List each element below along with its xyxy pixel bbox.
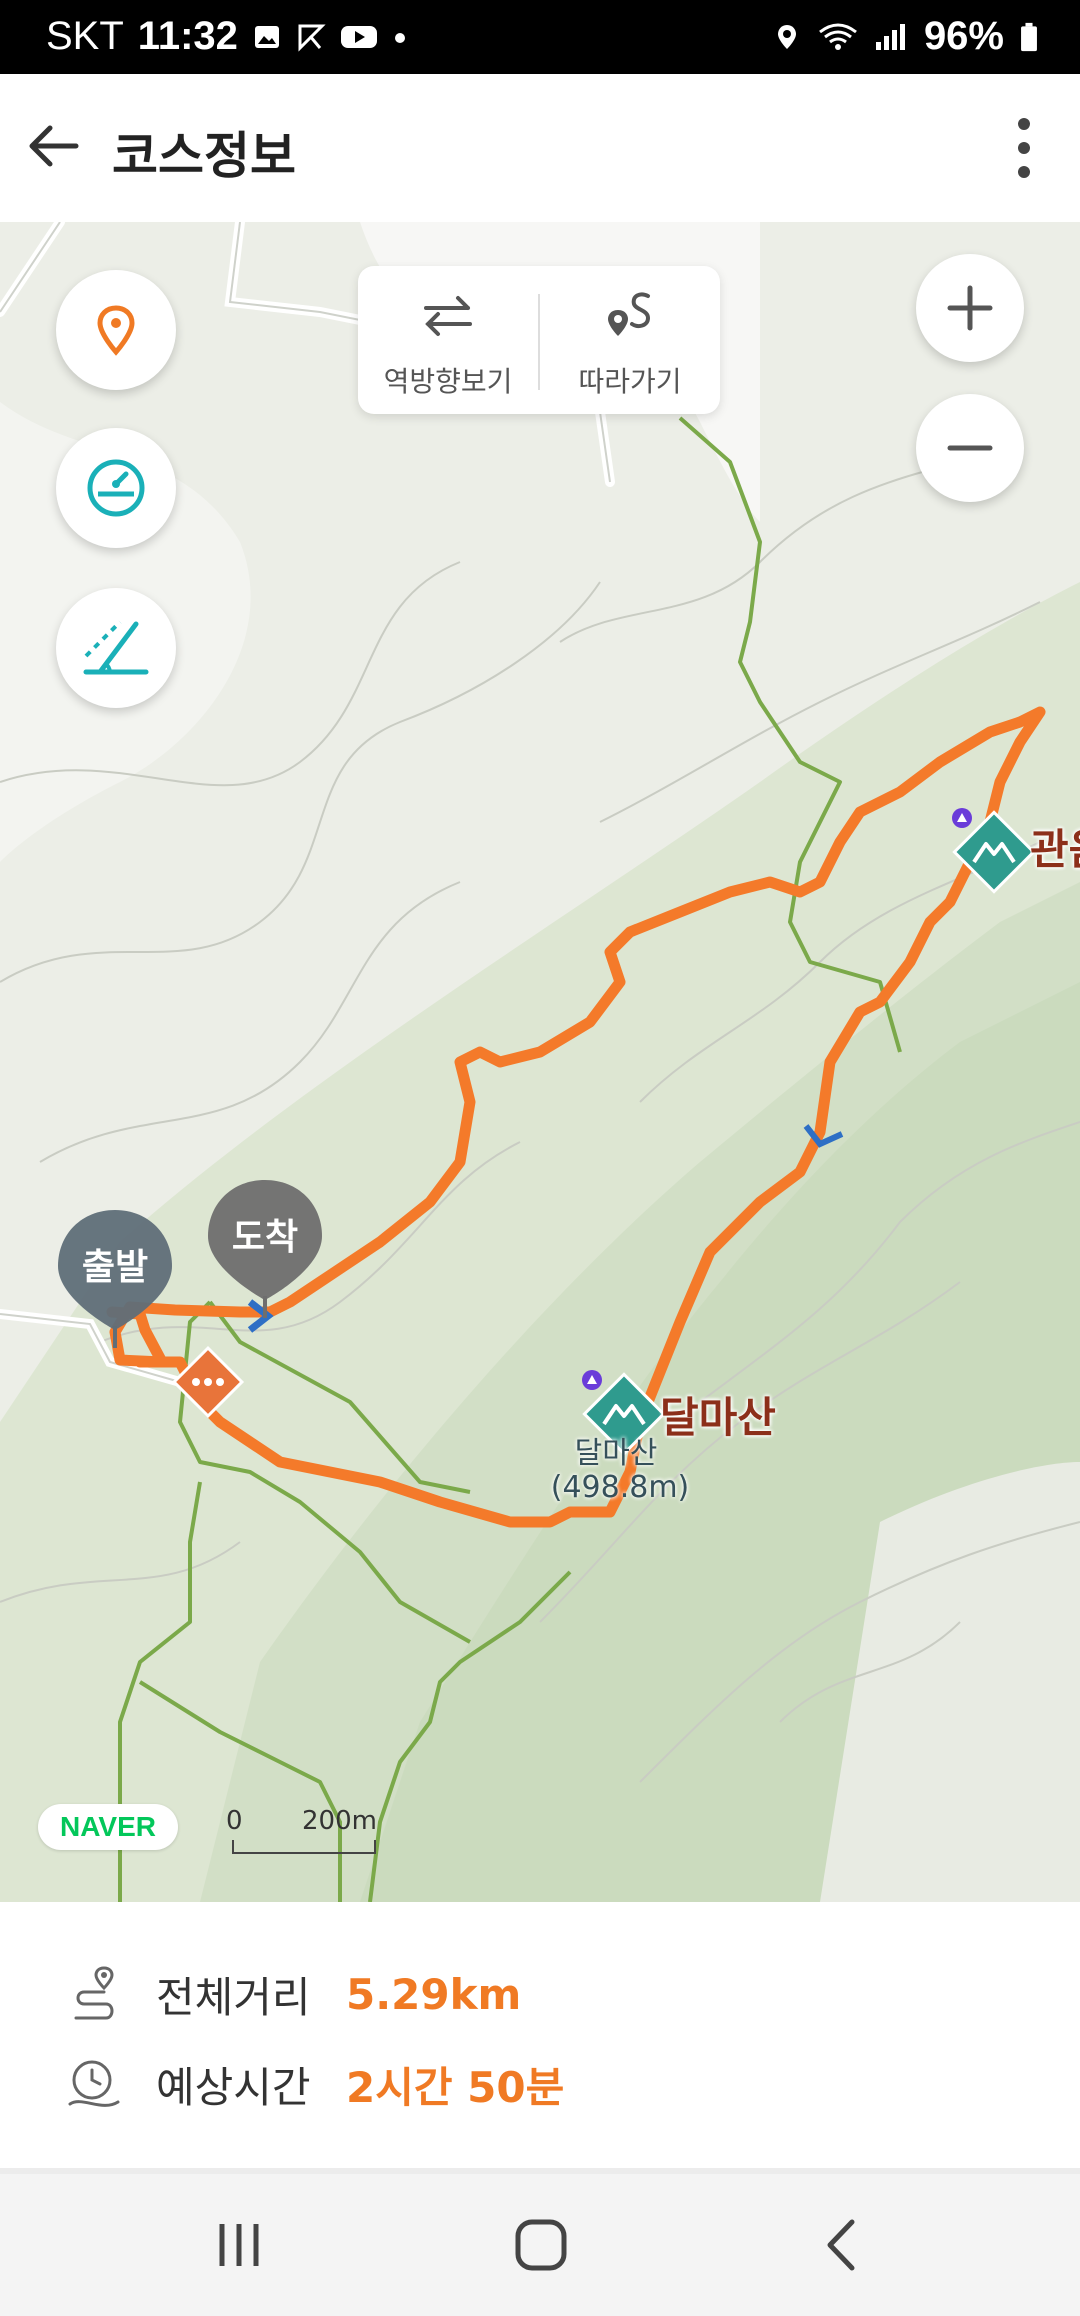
end-label: 도착 (231, 1217, 299, 1258)
back-nav-icon[interactable] (808, 2210, 878, 2280)
more-options-icon[interactable] (1004, 112, 1044, 184)
sync-icon (298, 24, 326, 52)
system-nav-bar (0, 2174, 1080, 2316)
reverse-direction-label: 역방향보기 (383, 365, 513, 398)
signal-icon (875, 23, 905, 50)
route-distance-icon (74, 1966, 114, 2020)
peak-gwaneum-label: 관음 (1030, 825, 1080, 874)
battery-icon (1021, 22, 1037, 51)
end-marker[interactable]: 도착 (206, 1178, 324, 1328)
back-arrow-icon[interactable] (22, 114, 86, 178)
time-label: 예상시간 (156, 2062, 311, 2112)
home-icon[interactable] (506, 2210, 576, 2280)
elevation-profile-button[interactable] (56, 588, 176, 708)
gauge-icon (87, 459, 145, 517)
minus-icon (947, 445, 993, 451)
reverse-direction-button[interactable]: 역방향보기 (358, 266, 538, 414)
slope-icon (83, 620, 149, 675)
zoom-in-button[interactable] (916, 254, 1024, 362)
dot-icon (394, 32, 405, 43)
scale-end: 200m (302, 1806, 377, 1836)
page-title: 코스정보 (112, 127, 296, 185)
youtube-icon (340, 25, 377, 48)
peak-dalmasan-sublabel: 달마산 (574, 1436, 658, 1471)
map-view[interactable]: 역방향보기 따라가기 출발 도착 달마산 달마산 (498.8m) 관 NAVE… (0, 222, 1080, 1902)
plus-icon (947, 285, 993, 331)
location-icon (777, 24, 796, 49)
swap-arrows-icon (424, 296, 472, 336)
start-marker[interactable]: 출발 (56, 1208, 174, 1358)
course-info-panel: 전체거리 5.29km 예상시간 2시간 50분 (0, 1902, 1080, 2170)
location-pin-icon (97, 305, 135, 356)
follow-route-icon (608, 292, 651, 336)
battery-percent: 96% (923, 14, 1004, 58)
wifi-icon (819, 23, 857, 50)
zoom-out-button[interactable] (916, 394, 1024, 502)
scale-bar (232, 1840, 376, 1854)
distance-label: 전체거리 (156, 1972, 311, 2022)
speed-gauge-button[interactable] (56, 428, 176, 548)
status-bar: SKT 11:32 96% (0, 0, 1080, 74)
follow-route-label: 따라가기 (578, 365, 682, 398)
mountain-peak-icon[interactable] (946, 800, 1034, 900)
map-scale: 0 200m (226, 1806, 377, 1856)
start-label: 출발 (81, 1247, 149, 1288)
gallery-icon (254, 25, 279, 48)
app-bar: 코스정보 (0, 74, 1080, 222)
peak-dalmasan-label: 달마산 (660, 1393, 776, 1442)
peak-dalmasan-elevation: (498.8m) (550, 1470, 690, 1505)
time-row: 예상시간 2시간 50분 (62, 2052, 564, 2116)
distance-value: 5.29km (346, 1969, 522, 2019)
distance-row: 전체거리 5.29km (62, 1962, 521, 2026)
route-tools-panel: 역방향보기 따라가기 (358, 266, 720, 414)
carrier-label: SKT (46, 14, 124, 58)
recent-apps-icon[interactable] (204, 2210, 274, 2280)
clock: 11:32 (137, 14, 238, 58)
poi-more-icon[interactable] (170, 1344, 246, 1420)
naver-logo: NAVER (38, 1804, 178, 1850)
my-location-button[interactable] (56, 270, 176, 390)
follow-route-button[interactable]: 따라가기 (540, 266, 720, 414)
time-value: 2시간 50분 (346, 2062, 565, 2112)
scale-start: 0 (226, 1806, 243, 1836)
clock-icon (68, 2060, 120, 2107)
